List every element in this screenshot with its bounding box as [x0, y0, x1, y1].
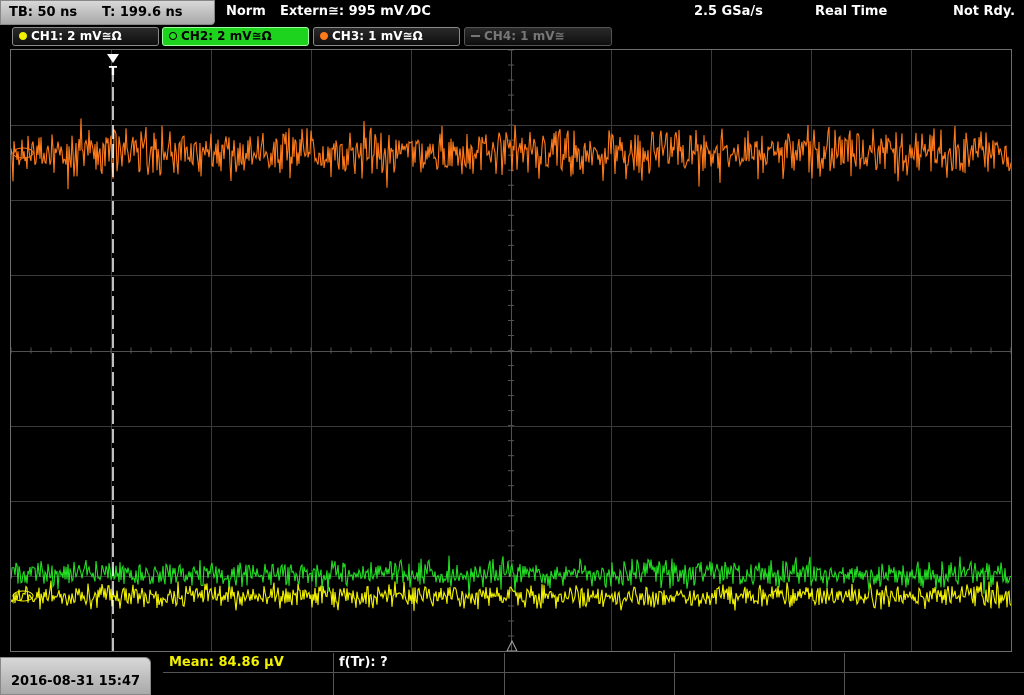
channel-3-tab[interactable]: CH3: 1 mV≅Ω	[313, 27, 460, 46]
acquisition-mode[interactable]: Real Time	[815, 4, 887, 19]
waveform-canvas: T	[11, 50, 1011, 651]
channel-4-label: CH4: 1 mV≅	[484, 29, 565, 43]
timebase-panel[interactable]: TB: 50 ns T: 199.6 ns	[0, 0, 215, 25]
trigger-mode[interactable]: Norm	[226, 4, 266, 19]
sample-rate: 2.5 GSa/s	[694, 4, 763, 19]
trigger-position-arrow-icon	[107, 54, 119, 63]
channel-4-tab[interactable]: CH4: 1 mV≅	[464, 27, 612, 46]
measurement-cell-9[interactable]	[675, 673, 845, 695]
measurement-cell-8[interactable]	[505, 673, 675, 695]
measurement-cell-5[interactable]	[845, 653, 1024, 673]
trigger-marker-label: T	[109, 64, 118, 78]
mean-measurement: Mean: 84.86 µV	[169, 655, 284, 670]
datetime-panel: 2016-08-31 15:47	[0, 657, 151, 695]
channel-3-dot-icon	[320, 32, 328, 40]
measurement-cell-10[interactable]	[845, 673, 1024, 695]
timebase-readout: TB: 50 ns	[9, 5, 78, 20]
status-bar: TB: 50 ns T: 199.6 ns Norm Extern≅: 995 …	[0, 0, 1024, 25]
channel-3-label: CH3: 1 mV≅Ω	[332, 29, 423, 43]
measurement-cell-3[interactable]	[505, 653, 675, 673]
measurement-cell-1[interactable]: Mean: 84.86 µV	[163, 653, 334, 673]
measurement-cell-6[interactable]	[163, 673, 334, 695]
rise-frequency-measurement: f(Tr): ?	[339, 655, 388, 670]
channel-1-dot-icon	[19, 32, 27, 40]
measurement-cell-2[interactable]: f(Tr): ?	[334, 653, 505, 673]
trigger-source[interactable]: Extern≅: 995 mV ⁄DC	[280, 4, 431, 19]
trigger-time-readout: T: 199.6 ns	[102, 5, 183, 20]
waveform-display[interactable]: T	[10, 49, 1012, 652]
measurement-cell-4[interactable]	[675, 653, 845, 673]
channel-1-tab[interactable]: CH1: 2 mV≅Ω	[12, 27, 159, 46]
channel-2-label: CH2: 2 mV≅Ω	[181, 29, 272, 43]
channel-2-tab[interactable]: CH2: 2 mV≅Ω	[162, 27, 309, 46]
measurement-panel: Mean: 84.86 µV f(Tr): ?	[163, 653, 1024, 695]
measurement-cell-7[interactable]	[334, 673, 505, 695]
channel-4-dot-icon	[471, 35, 480, 37]
channel-2-dot-icon	[169, 32, 177, 40]
channel-1-label: CH1: 2 mV≅Ω	[31, 29, 122, 43]
datetime-label: 2016-08-31 15:47	[11, 674, 141, 689]
acquisition-status: Not Rdy.	[953, 4, 1016, 19]
graticule-grid	[11, 50, 1011, 651]
channel-bar: CH1: 2 mV≅Ω CH2: 2 mV≅Ω CH3: 1 mV≅Ω CH4:…	[0, 26, 1024, 48]
